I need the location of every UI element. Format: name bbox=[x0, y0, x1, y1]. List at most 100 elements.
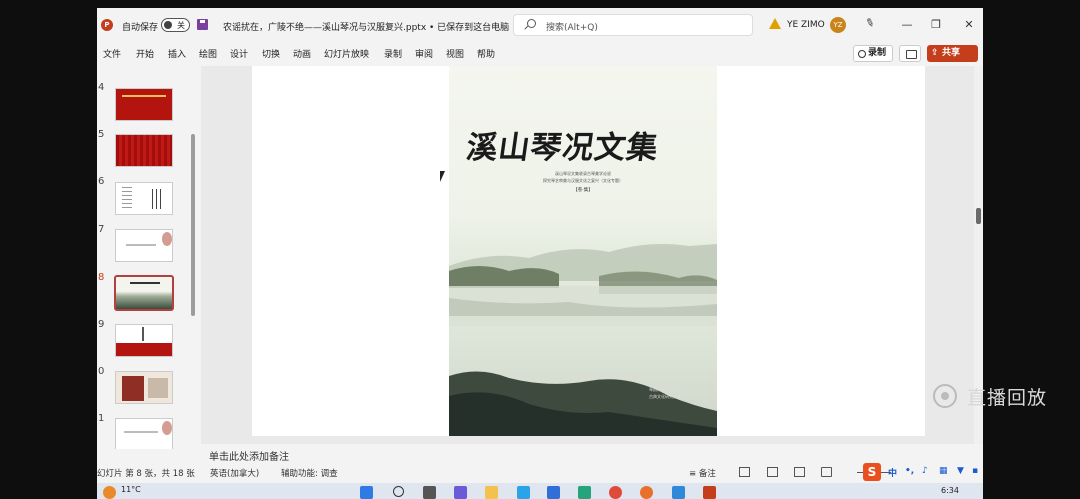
thumb-plum bbox=[162, 421, 172, 435]
notes-placeholder[interactable]: 单击此处添加备注 bbox=[209, 448, 289, 463]
menu-view[interactable]: 视图 bbox=[446, 47, 464, 60]
thumb-title-line bbox=[130, 282, 160, 284]
record-button[interactable]: 录制 bbox=[853, 45, 893, 62]
keyboard-icon[interactable]: ▦ bbox=[939, 466, 948, 476]
menu-insert[interactable]: 插入 bbox=[168, 47, 186, 60]
chat-icon[interactable] bbox=[454, 486, 467, 499]
notes-label: 备注 bbox=[698, 469, 716, 479]
search-input[interactable]: 搜索(Alt+Q) bbox=[513, 14, 753, 36]
document-title[interactable]: 农谣扰在，广陵不绝——溪山琴况与汉服复兴.pptx • 已保存到这台电脑 ∨ bbox=[223, 20, 519, 33]
menu-help[interactable]: 帮助 bbox=[477, 47, 495, 60]
thumb-number: 0 bbox=[98, 366, 105, 377]
browser-icon[interactable] bbox=[640, 486, 653, 499]
thumbnail-scrollbar[interactable] bbox=[191, 134, 195, 316]
accessibility-status[interactable]: 辅助功能: 调查 bbox=[281, 467, 338, 479]
user-name[interactable]: YE ZIMO bbox=[787, 20, 825, 30]
slide-editing-area: 溪山琴况文集 溪山琴况文集收录古琴美学论说 探究琴艺审美与汉服文化之复兴（文化专… bbox=[201, 66, 983, 444]
reading-view-icon[interactable] bbox=[794, 467, 805, 477]
scrollbar-thumb[interactable] bbox=[976, 208, 981, 224]
replay-icon bbox=[933, 384, 957, 408]
close-button[interactable]: ✕ bbox=[959, 16, 979, 34]
thumb-title-line bbox=[122, 95, 166, 97]
poster-image[interactable]: 溪山琴况文集 溪山琴况文集收录古琴美学论说 探究琴艺审美与汉服文化之复兴（文化专… bbox=[449, 66, 717, 436]
slide-counter: 幻灯片 第 8 张，共 18 张 bbox=[97, 469, 195, 479]
menu-slideshow[interactable]: 幻灯片放映 bbox=[324, 47, 369, 60]
pen-icon[interactable]: ✎ bbox=[863, 15, 878, 31]
mouse-cursor bbox=[440, 171, 445, 182]
slide-thumbnail[interactable] bbox=[115, 229, 173, 262]
sogou-ime-icon[interactable]: S bbox=[863, 463, 881, 481]
poster-bottom-line: 琴韵传承汉服复兴 bbox=[649, 387, 681, 392]
slide-thumbnail-active[interactable] bbox=[114, 275, 174, 311]
powerpoint-taskbar-icon[interactable] bbox=[703, 486, 716, 499]
slide-thumbnail[interactable] bbox=[115, 324, 173, 357]
toolbox-icon[interactable]: ▪ bbox=[972, 466, 978, 476]
slide-thumbnail[interactable] bbox=[115, 418, 173, 449]
slide-thumbnail[interactable] bbox=[115, 88, 173, 121]
replay-label: 直播回放 bbox=[967, 387, 1048, 409]
thumb-number: 1 bbox=[98, 413, 105, 424]
ime-language[interactable]: 中 bbox=[888, 466, 897, 479]
menu-transitions[interactable]: 切换 bbox=[262, 47, 280, 60]
edge-icon[interactable] bbox=[517, 486, 530, 499]
thumb-text-line bbox=[124, 431, 158, 433]
photos-icon[interactable] bbox=[672, 486, 685, 499]
slide-thumbnail[interactable] bbox=[115, 182, 173, 215]
store-icon[interactable] bbox=[547, 486, 560, 499]
menu-design[interactable]: 设计 bbox=[230, 47, 248, 60]
powerpoint-logo-icon: P bbox=[101, 19, 113, 31]
save-icon[interactable] bbox=[197, 19, 208, 30]
notes-toggle[interactable]: ≡ 备注 bbox=[689, 467, 716, 479]
poster-bottom-line: 古典文化研究文集 bbox=[649, 394, 681, 399]
slide-thumbnail-pane: 4 5 6 7 8 9 0 1 bbox=[97, 66, 199, 449]
thumb-number: 6 bbox=[98, 176, 105, 187]
clock[interactable]: 6:34 bbox=[941, 486, 959, 495]
thumb-text-block bbox=[122, 187, 132, 209]
slideshow-icon[interactable] bbox=[821, 467, 832, 477]
autosave-label: 自动保存 bbox=[122, 23, 159, 33]
slide-thumbnail[interactable] bbox=[115, 134, 173, 167]
thumb-photo bbox=[148, 378, 168, 398]
poster-subtitle-line: 探究琴艺审美与汉服文化之复兴（文化专题） bbox=[543, 178, 623, 183]
toggle-knob bbox=[164, 21, 172, 29]
thumb-plum bbox=[162, 232, 172, 246]
thumb-number: 5 bbox=[98, 129, 105, 140]
thumb-number: 7 bbox=[98, 224, 105, 235]
status-bar: 幻灯片 第 8 张，共 18 张 英语(加拿大) 辅助功能: 调查 ≡ 备注 S… bbox=[97, 463, 983, 481]
weather-icon[interactable] bbox=[103, 486, 116, 499]
maximize-button[interactable]: ❐ bbox=[926, 16, 946, 34]
microphone-icon[interactable]: ♪ bbox=[922, 466, 928, 476]
comment-button[interactable] bbox=[899, 45, 921, 62]
slide-canvas[interactable]: 溪山琴况文集 溪山琴况文集收录古琴美学论说 探究琴艺审美与汉服文化之复兴（文化专… bbox=[252, 66, 925, 436]
file-explorer-icon[interactable] bbox=[485, 486, 498, 499]
avatar[interactable]: YZ bbox=[830, 17, 846, 33]
chrome-icon[interactable] bbox=[609, 486, 622, 499]
search-icon bbox=[527, 19, 536, 28]
ribbon-menu: 文件 开始 插入 绘图 设计 切换 动画 幻灯片放映 录制 审阅 视图 帮助 录… bbox=[97, 44, 983, 64]
normal-view-icon[interactable] bbox=[739, 467, 750, 477]
minimize-button[interactable]: — bbox=[897, 16, 917, 34]
weather-temperature[interactable]: 11°C bbox=[121, 485, 141, 494]
menu-review[interactable]: 审阅 bbox=[415, 47, 433, 60]
search-taskbar-icon[interactable] bbox=[393, 486, 404, 497]
ime-punctuation-icon[interactable]: •, bbox=[905, 466, 914, 476]
live-replay-watermark: 直播回放 bbox=[933, 383, 1063, 409]
thumb-text-line bbox=[126, 244, 156, 246]
autosave-toggle[interactable]: 关 bbox=[161, 18, 190, 32]
autosave-state: 关 bbox=[177, 21, 185, 30]
menu-file[interactable]: 文件 bbox=[103, 47, 121, 60]
warning-icon[interactable] bbox=[769, 18, 781, 29]
app-icon[interactable] bbox=[578, 486, 591, 499]
menu-home[interactable]: 开始 bbox=[136, 47, 154, 60]
menu-record[interactable]: 录制 bbox=[384, 47, 402, 60]
task-view-icon[interactable] bbox=[423, 486, 436, 499]
poster-subtitle-line: 【卷·集】 bbox=[573, 188, 593, 193]
slide-thumbnail[interactable] bbox=[115, 371, 173, 404]
skin-icon[interactable]: ▼ bbox=[957, 466, 964, 476]
slide-sorter-icon[interactable] bbox=[767, 467, 778, 477]
menu-animations[interactable]: 动画 bbox=[293, 47, 311, 60]
language-indicator[interactable]: 英语(加拿大) bbox=[210, 467, 259, 479]
menu-draw[interactable]: 绘图 bbox=[199, 47, 217, 60]
share-button[interactable]: 共享 bbox=[927, 45, 978, 62]
start-icon[interactable] bbox=[360, 486, 373, 499]
